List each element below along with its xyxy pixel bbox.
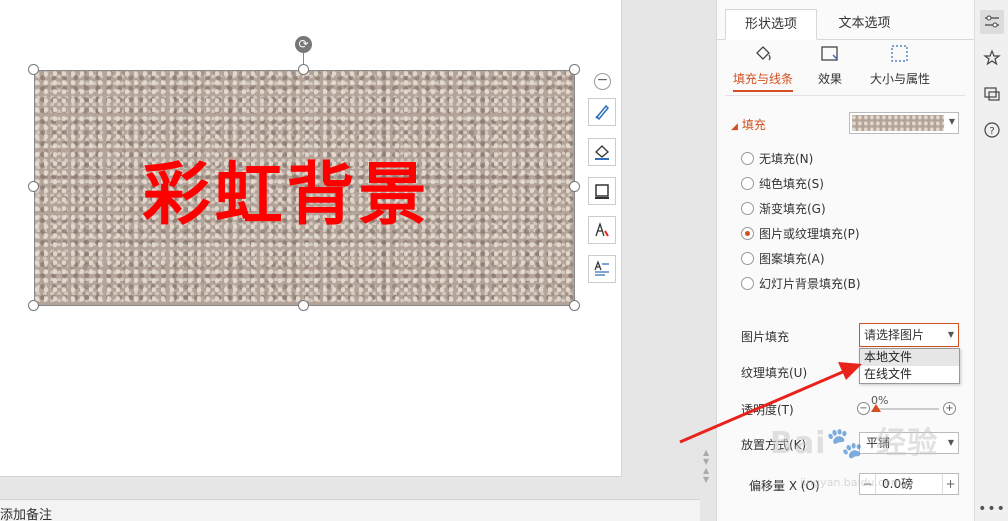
subtab-fill-line-label: 填充与线条 xyxy=(732,70,793,92)
subtab-fill-line[interactable]: 填充与线条 xyxy=(729,44,797,92)
text-fill-button[interactable] xyxy=(588,216,616,244)
decrease-button[interactable]: − xyxy=(857,402,870,415)
radio-no-fill[interactable]: 无填充(N) xyxy=(741,150,813,167)
radio-solid-fill[interactable]: 纯色填充(S) xyxy=(741,175,824,192)
radio-label: 无填充(N) xyxy=(759,152,814,166)
svg-text:?: ? xyxy=(989,126,994,137)
baidu-watermark-logo: Bai🐾 经验 xyxy=(770,426,939,461)
resize-handle-bottom-left[interactable] xyxy=(28,300,39,311)
rotate-handle[interactable]: ⟳ xyxy=(295,36,312,53)
help-icon: ? xyxy=(984,122,1000,138)
dropdown-item-online-file[interactable]: 在线文件 xyxy=(860,366,959,383)
more-options-button[interactable]: ••• xyxy=(978,500,1006,518)
textured-rectangle-shape[interactable]: 彩虹背景 xyxy=(34,70,575,306)
shape-text[interactable]: 彩虹背景 xyxy=(35,71,574,305)
text-format-icon xyxy=(594,260,609,276)
picture-fill-select[interactable]: 请选择图片 ▼ xyxy=(859,323,959,347)
size-properties-icon xyxy=(891,45,908,62)
properties-pane-button[interactable] xyxy=(980,10,1004,34)
resize-handle-right[interactable] xyxy=(569,181,580,192)
radio-label: 渐变填充(G) xyxy=(759,202,826,216)
radio-label: 图片或纹理填充(P) xyxy=(759,227,860,241)
radio-gradient-fill[interactable]: 渐变填充(G) xyxy=(741,200,826,217)
help-pane-button[interactable]: ? xyxy=(980,118,1004,142)
transition-icon xyxy=(984,87,1000,101)
fill-preview-dropdown[interactable]: ▼ xyxy=(849,112,959,134)
subtab-size-properties-label: 大小与属性 xyxy=(869,72,930,86)
collapse-toolbar-button[interactable]: − xyxy=(594,73,611,90)
subtab-size-properties[interactable]: 大小与属性 xyxy=(867,44,933,87)
animation-pane-button[interactable] xyxy=(980,46,1004,70)
slider-track[interactable] xyxy=(875,408,939,410)
text-format-button[interactable] xyxy=(588,255,616,283)
resize-handle-top-right[interactable] xyxy=(569,64,580,75)
resize-handle-bottom[interactable] xyxy=(298,300,309,311)
effects-icon xyxy=(821,46,838,61)
scroll-markers[interactable]: ▲ ▼ ▲ ▼ xyxy=(703,448,709,484)
radio-button[interactable] xyxy=(741,277,754,290)
star-icon xyxy=(983,49,1001,66)
shape-fill-button[interactable] xyxy=(588,138,616,166)
radio-label: 幻灯片背景填充(B) xyxy=(759,277,861,291)
texture-swatch xyxy=(852,115,944,131)
chevron-down-icon: ▼ xyxy=(947,438,954,447)
tab-shape-options[interactable]: 形状选项 xyxy=(725,9,817,40)
shape-outline-button[interactable] xyxy=(588,177,616,205)
resize-handle-left[interactable] xyxy=(28,181,39,192)
baidu-watermark-url: jingyan.baidu.com xyxy=(800,476,902,489)
subtabs: 填充与线条 效果 大小与属性 xyxy=(717,44,975,96)
tab-text-options[interactable]: 文本选项 xyxy=(817,9,912,40)
chevron-down-icon: ▼ xyxy=(947,330,954,339)
radio-label: 纯色填充(S) xyxy=(759,177,824,191)
radio-button-checked[interactable] xyxy=(741,227,754,240)
shape-style-button[interactable] xyxy=(588,98,616,126)
collapse-triangle-icon: ◢ xyxy=(731,122,738,132)
dropdown-item-local-file[interactable]: 本地文件 xyxy=(860,349,959,366)
subtab-effects-label: 效果 xyxy=(817,72,842,86)
resize-handle-top-left[interactable] xyxy=(28,64,39,75)
radio-button[interactable] xyxy=(741,177,754,190)
brush-icon xyxy=(595,104,610,121)
radio-picture-texture-fill[interactable]: 图片或纹理填充(P) xyxy=(741,225,860,242)
outline-icon xyxy=(595,184,609,199)
panel-tabs: 形状选项 文本选项 xyxy=(717,9,975,40)
fill-section-toggle[interactable]: ◢ 填充 xyxy=(731,116,766,133)
transparency-slider[interactable]: 0% − + xyxy=(855,394,965,418)
fill-section-title: 填充 xyxy=(741,118,766,132)
radio-pattern-fill[interactable]: 图案填充(A) xyxy=(741,250,825,267)
picture-fill-label: 图片填充 xyxy=(741,330,790,344)
radio-button[interactable] xyxy=(741,202,754,215)
radio-label: 图案填充(A) xyxy=(759,252,825,266)
more-dots-icon: ••• xyxy=(978,501,1006,517)
transition-pane-button[interactable] xyxy=(980,82,1004,106)
increase-button[interactable]: + xyxy=(943,402,956,415)
resize-handle-bottom-right[interactable] xyxy=(569,300,580,311)
texture-fill-label: 纹理填充(U) xyxy=(741,366,808,380)
notes-placeholder[interactable]: 添加备注 xyxy=(0,508,52,521)
radio-slide-background-fill[interactable]: 幻灯片背景填充(B) xyxy=(741,275,861,292)
sliders-icon xyxy=(985,15,999,28)
font-color-icon xyxy=(595,221,609,237)
picture-fill-dropdown: 本地文件 在线文件 xyxy=(859,348,960,384)
spinner-increment[interactable]: + xyxy=(942,474,958,494)
radio-button[interactable] xyxy=(741,152,754,165)
chevron-down-icon: ▼ xyxy=(948,117,955,126)
slide[interactable]: ⟳ 彩虹背景 − xyxy=(0,0,622,477)
subtab-divider xyxy=(725,95,965,96)
radio-button[interactable] xyxy=(741,252,754,265)
fill-bucket-icon xyxy=(756,46,771,61)
transparency-label: 透明度(T) xyxy=(741,403,794,417)
slider-thumb[interactable] xyxy=(871,404,881,412)
notes-bar[interactable]: 添加备注 xyxy=(0,499,700,521)
fill-bucket-icon xyxy=(595,145,609,160)
task-pane-strip: ? ••• xyxy=(974,0,1008,521)
subtab-effects[interactable]: 效果 xyxy=(813,44,847,87)
picture-fill-value: 请选择图片 xyxy=(864,328,925,342)
resize-handle-top[interactable] xyxy=(298,64,309,75)
canvas-area: ⟳ 彩虹背景 − ▲ ▼ ▲ ▼ xyxy=(0,0,709,497)
